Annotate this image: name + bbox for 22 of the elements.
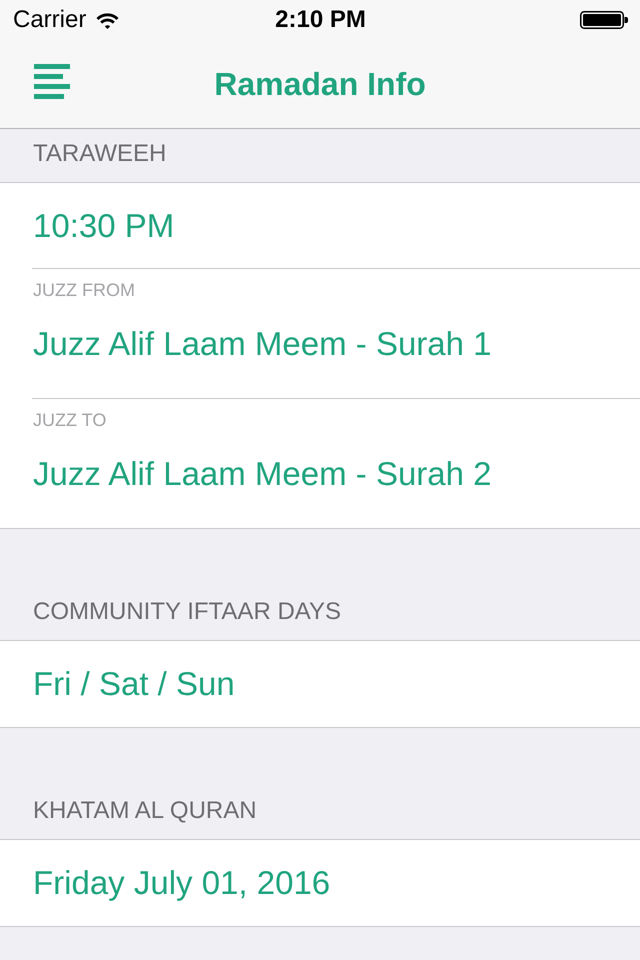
table-row[interactable]: 10:30 PM	[0, 183, 640, 269]
table-row[interactable]: Friday July 01, 2016	[0, 840, 640, 926]
menu-button[interactable]	[34, 64, 70, 98]
section-header: COMMUNITY IFTAAR DAYS	[33, 598, 342, 626]
section-header: KHATAM AL QURAN	[33, 797, 257, 825]
section-header: TARAWEEH	[33, 140, 166, 168]
row-value: Friday July 01, 2016	[33, 863, 330, 903]
row-value: Juzz Alif Laam Meem - Surah 2	[33, 454, 492, 494]
wifi-icon	[96, 12, 120, 28]
row-value: Fri / Sat / Sun	[33, 664, 235, 704]
battery-icon	[580, 11, 628, 29]
table-row[interactable]: Fri / Sat / Sun	[0, 641, 640, 727]
row-value: 10:30 PM	[33, 206, 174, 246]
carrier-name: Carrier	[13, 6, 86, 34]
row-label: JUZZ TO	[33, 409, 106, 431]
row-value: Juzz Alif Laam Meem - Surah 1	[33, 324, 492, 364]
table-row[interactable]: JUZZ FROM Juzz Alif Laam Meem - Surah 1	[0, 269, 640, 399]
screen-title: Ramadan Info	[214, 65, 426, 104]
table-row[interactable]: JUZZ TO Juzz Alif Laam Meem - Surah 2	[0, 399, 640, 528]
status-time: 2:10 PM	[275, 6, 366, 34]
row-label: JUZZ FROM	[33, 279, 135, 301]
menu-icon	[34, 64, 70, 98]
